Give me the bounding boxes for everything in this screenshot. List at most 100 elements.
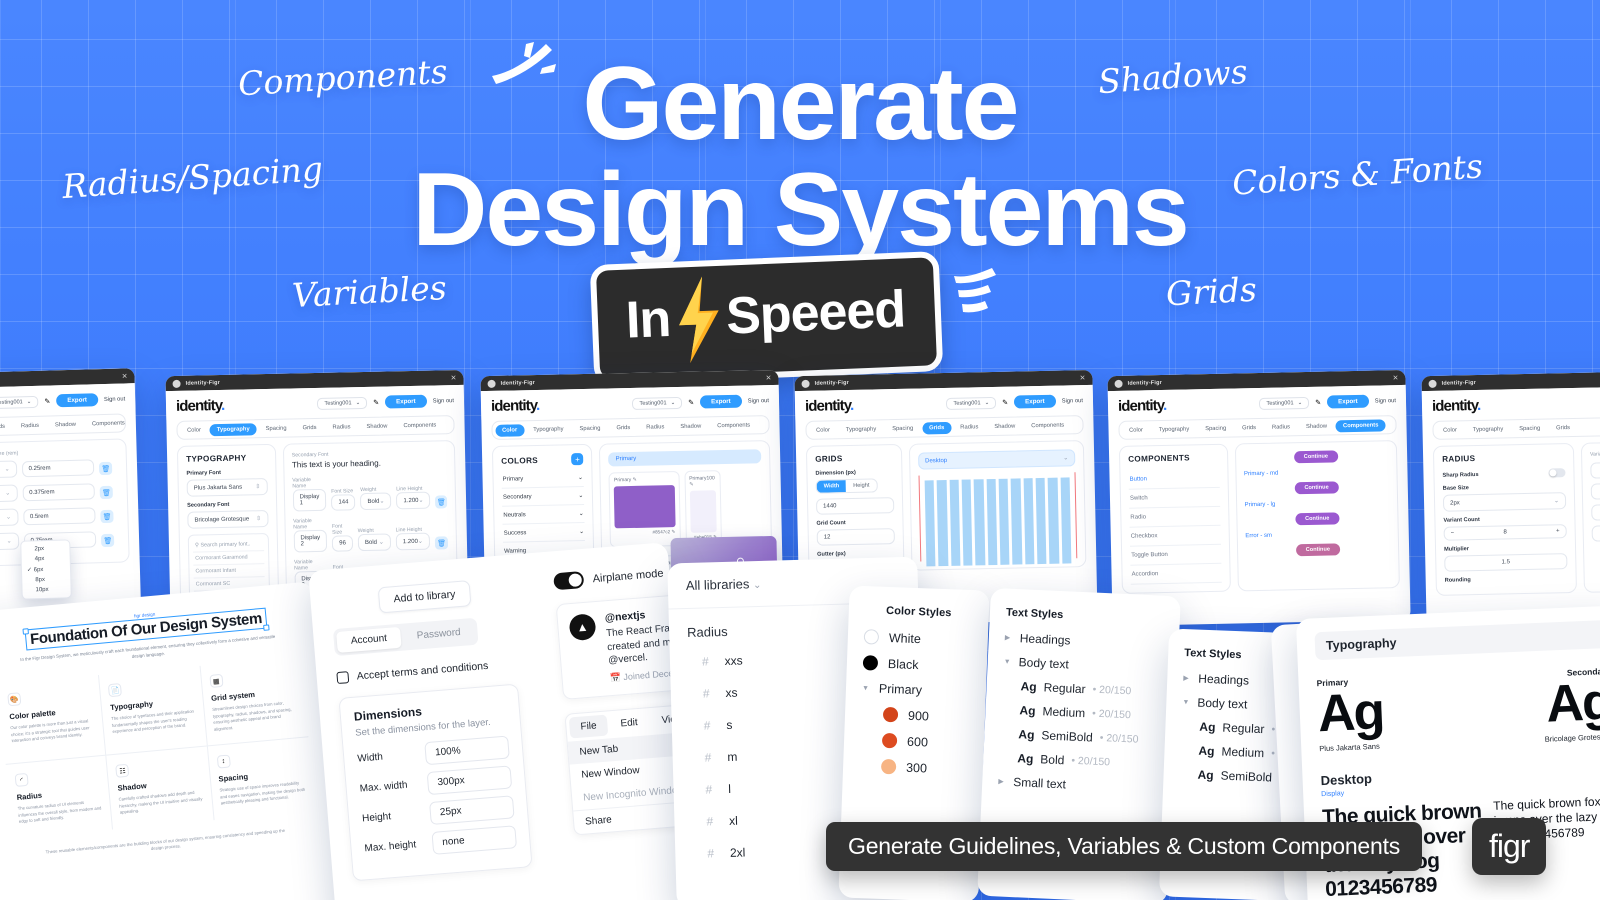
component-item-accordion[interactable]: Accordion bbox=[1130, 563, 1222, 585]
close-icon[interactable]: ✕ bbox=[451, 374, 457, 382]
dimension-row[interactable]: Max. height none bbox=[364, 825, 518, 860]
tabbar[interactable]: Color Typography Spacing Grids Radius Sh… bbox=[0, 413, 127, 440]
project-selector[interactable]: Testing001 ⌄ bbox=[0, 395, 39, 409]
table-row[interactable]: 6px⌄ 0.5rem 🗑 bbox=[0, 506, 120, 530]
tab-grids[interactable]: Grids bbox=[0, 420, 12, 433]
primary-font-select[interactable]: Plus Jakarta Sans ⇳ bbox=[186, 478, 268, 497]
close-icon[interactable]: ✕ bbox=[766, 374, 772, 382]
tab-account[interactable]: Account bbox=[336, 626, 402, 653]
export-button[interactable]: Export bbox=[1326, 394, 1369, 409]
project-selector[interactable]: Testing001 ⌄ bbox=[1259, 396, 1310, 410]
export-button[interactable]: Export bbox=[56, 393, 99, 408]
trash-icon[interactable]: 🗑 bbox=[99, 461, 113, 476]
component-item-radio[interactable]: Radio bbox=[1129, 506, 1221, 528]
tab-components[interactable]: Components bbox=[1335, 418, 1386, 432]
max-height-input[interactable]: none bbox=[431, 825, 518, 855]
tab-components[interactable]: Components bbox=[85, 417, 132, 430]
color-style-black[interactable]: Black bbox=[862, 655, 971, 674]
foundation-cell-grid-system[interactable]: ▦ Grid system Streamlines design choices … bbox=[200, 656, 309, 747]
color-group[interactable]: Success ⌄ bbox=[502, 522, 586, 543]
color-style-300[interactable]: 300 bbox=[859, 758, 967, 777]
trash-icon[interactable]: 🗑 bbox=[434, 536, 449, 550]
foundation-cell-spacing[interactable]: ↕ Spacing Strategic use of space improves… bbox=[208, 737, 316, 819]
tab-typography[interactable]: Typography bbox=[209, 422, 257, 436]
tab-spacing[interactable]: Spacing bbox=[572, 422, 607, 435]
tab-spacing[interactable]: Spacing bbox=[885, 422, 920, 435]
width-input[interactable]: 100% bbox=[424, 735, 510, 766]
component-item-toggle-button[interactable]: Toggle Button bbox=[1129, 544, 1221, 566]
color-style-group-primary[interactable]: ▼ Primary bbox=[862, 681, 970, 699]
window-components[interactable]: Identity-Figr ✕ identity. Testing001 ⌄ ✎ … bbox=[1107, 369, 1411, 627]
foundation-cell-typography[interactable]: 📄 Typography The choice of typefaces and … bbox=[99, 666, 208, 756]
project-selector[interactable]: Testing001 ⌄ bbox=[946, 396, 997, 410]
dimensions-popover[interactable]: Dimensions Set the dimensions for the la… bbox=[338, 683, 533, 882]
menubar-edit[interactable]: Edit bbox=[609, 711, 650, 735]
tab-color[interactable]: Color bbox=[1122, 424, 1150, 437]
export-button[interactable]: Export bbox=[384, 394, 427, 409]
table-row[interactable]: Variable Name Display 1 Font Size 144 Weig… bbox=[292, 474, 448, 512]
tab-password[interactable]: Password bbox=[402, 621, 475, 648]
preview-button[interactable]: Continue bbox=[1294, 512, 1340, 526]
tab-components[interactable]: Components bbox=[1024, 419, 1071, 432]
export-button[interactable]: Export bbox=[1013, 394, 1056, 409]
secondary-font-select[interactable]: Bricolage Grotesque ⇳ bbox=[187, 510, 269, 529]
preview-button[interactable]: Continue bbox=[1294, 481, 1339, 495]
tab-shadow[interactable]: Shadow bbox=[359, 420, 394, 433]
tab-spacing[interactable]: Spacing bbox=[259, 422, 294, 435]
tab-typography[interactable]: Typography bbox=[839, 423, 884, 436]
plus-icon[interactable]: + bbox=[571, 453, 584, 466]
project-selector[interactable]: Testing001 ⌄ bbox=[317, 396, 368, 410]
foundation-cell-shadow[interactable]: ☷ Shadow Carefully crafted shadows add de… bbox=[106, 746, 215, 830]
swatch-card[interactable]: Primary100 ✎ #ebe015 ✎ bbox=[684, 470, 723, 546]
tab-shadow[interactable]: Shadow bbox=[987, 420, 1022, 433]
tab-grids[interactable]: Grids bbox=[1235, 421, 1263, 434]
trash-icon[interactable]: 🗑 bbox=[435, 495, 448, 509]
dimension-row[interactable]: Max. width 300px bbox=[359, 765, 513, 800]
variant-count-stepper[interactable]: − 8 + bbox=[1443, 524, 1567, 541]
dropdown-option[interactable]: 10px bbox=[22, 584, 70, 595]
text-style-medium[interactable]: AgMedium• 20/150 bbox=[1001, 702, 1159, 723]
close-icon[interactable]: ✕ bbox=[122, 372, 128, 380]
add-to-library-button[interactable]: Add to library bbox=[377, 580, 472, 614]
tab-typography[interactable]: Typography bbox=[1152, 423, 1197, 436]
dimension-segmented[interactable]: Width Height bbox=[815, 478, 878, 494]
foundation-cell-color-palette[interactable]: 🎨 Color palette Our color palette is more… bbox=[0, 675, 107, 766]
color-style-900[interactable]: 900 bbox=[861, 706, 969, 725]
tab-grids[interactable]: Grids bbox=[295, 421, 323, 434]
close-icon[interactable]: ✕ bbox=[1393, 374, 1399, 382]
tab-typography[interactable]: Typography bbox=[526, 423, 571, 436]
tab-typography[interactable]: Typography bbox=[1466, 423, 1511, 436]
multiplier-input[interactable]: 1.5 bbox=[1444, 553, 1568, 572]
signout-link[interactable]: Sign out bbox=[433, 398, 454, 404]
device-select[interactable]: Desktop ⌄ bbox=[917, 449, 1076, 470]
export-button[interactable]: Export bbox=[699, 394, 742, 409]
seg-height[interactable]: Height bbox=[846, 479, 876, 492]
signout-link[interactable]: Sign out bbox=[1375, 398, 1396, 404]
trash-icon[interactable]: 🗑 bbox=[100, 509, 114, 524]
base-size-select[interactable]: 2px ⌄ bbox=[1442, 492, 1567, 512]
text-style-bold[interactable]: Ag Bold • 20/150 bbox=[999, 750, 1157, 771]
tab-components[interactable]: Components bbox=[396, 419, 443, 432]
tab-radius[interactable]: Radius bbox=[953, 421, 985, 434]
signout-link[interactable]: Sign out bbox=[748, 398, 769, 404]
foundation-cell-radius[interactable]: ◜ Radius The curvature radius of UI eleme… bbox=[5, 755, 114, 839]
tab-color[interactable]: Color bbox=[180, 424, 208, 437]
spacing-size-dropdown[interactable]: 2px 4px ✓ 6px 8px 10px bbox=[20, 539, 72, 600]
tab-grids[interactable]: Grids bbox=[609, 421, 637, 434]
close-icon[interactable]: ✕ bbox=[1080, 374, 1086, 382]
grid-count-input[interactable]: 12 bbox=[816, 528, 895, 546]
trash-icon[interactable]: 🗑 bbox=[101, 533, 115, 548]
tab-grids[interactable]: Grids bbox=[1549, 421, 1577, 434]
table-row[interactable]: Variable Name Display 2 Font Size 96 Weigh… bbox=[293, 515, 449, 553]
height-input[interactable]: 25px bbox=[429, 795, 515, 825]
dimension-input[interactable]: 1440 bbox=[815, 497, 895, 515]
text-styles-group-headings[interactable]: ▶ Headings bbox=[1005, 631, 1163, 652]
tab-radius[interactable]: Radius bbox=[325, 421, 357, 434]
signout-link[interactable]: Sign out bbox=[104, 396, 125, 403]
checkbox-icon[interactable] bbox=[336, 671, 350, 685]
controls-showcase-card[interactable]: Add to library Account Password Accept t… bbox=[308, 542, 696, 900]
tab-radius[interactable]: Radius bbox=[1265, 421, 1297, 434]
dimension-row[interactable]: Height 25px bbox=[361, 795, 515, 830]
text-style-semibold[interactable]: AgSemiBold• 20/150 bbox=[1000, 726, 1158, 747]
tab-spacing[interactable]: Spacing bbox=[1198, 422, 1233, 435]
